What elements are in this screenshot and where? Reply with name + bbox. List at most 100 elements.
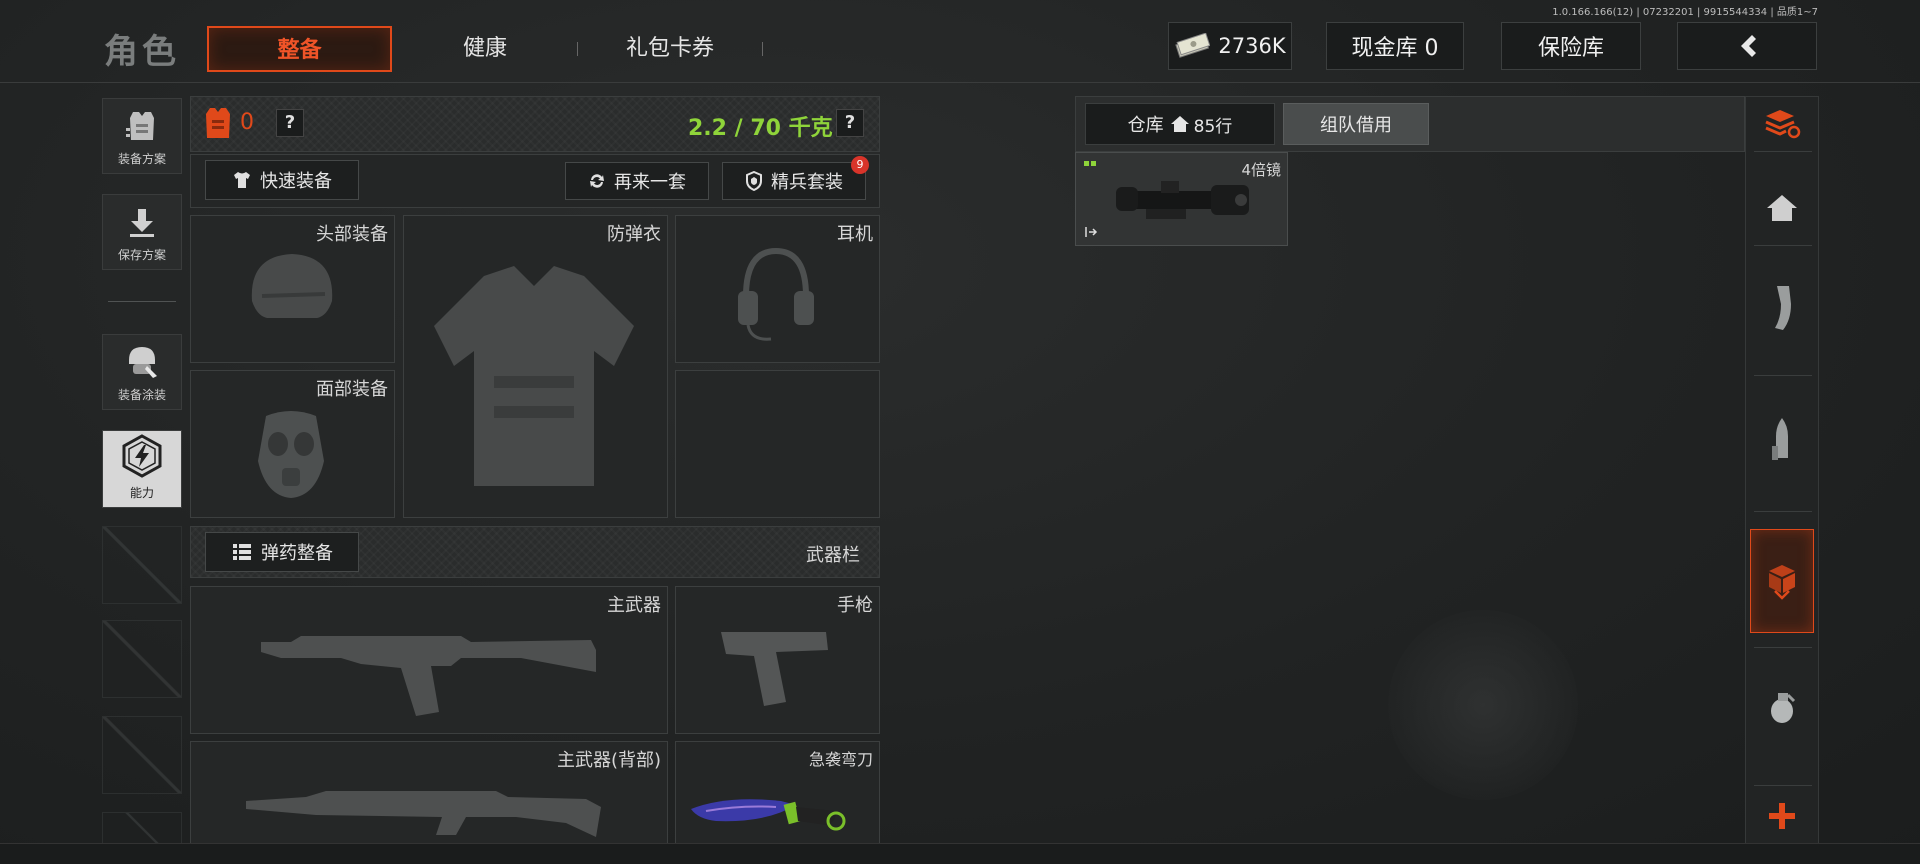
- rail-divider: [1754, 375, 1812, 376]
- version-text: 1.0.166.166(12) | 07232201 | 9915544334 …: [1552, 7, 1818, 18]
- weight-help-button[interactable]: ?: [836, 109, 864, 137]
- storage-row-count: 85行: [1193, 116, 1233, 137]
- stack-refresh-icon: [1765, 110, 1801, 139]
- rail-home[interactable]: [1750, 185, 1814, 231]
- rail-grenade[interactable]: [1750, 681, 1814, 731]
- helmet-icon: [251, 254, 333, 318]
- rifle-back-icon: [246, 791, 601, 837]
- face-gear-slot[interactable]: 面部装备: [190, 370, 395, 518]
- sidebar-empty-slot: [102, 716, 182, 794]
- sidebar-item-ability[interactable]: 能力: [102, 430, 182, 508]
- rail-divider: [1754, 647, 1812, 648]
- lightning-hex-icon: [122, 434, 162, 478]
- empty-equipment-slot[interactable]: [675, 370, 880, 518]
- cash-icon: [1175, 33, 1211, 58]
- tab-loadout[interactable]: 整备: [207, 26, 392, 72]
- rarity-dot: [1091, 161, 1096, 166]
- home-icon: [1767, 195, 1797, 221]
- sidebar-empty-slot: [102, 526, 182, 604]
- safe-vault-button[interactable]: 保险库: [1501, 22, 1641, 70]
- tab-storage[interactable]: 仓库 85行: [1085, 103, 1275, 145]
- elite-set-badge: 9: [851, 156, 869, 174]
- rail-divider: [1754, 151, 1812, 152]
- armor-count: 0: [240, 110, 254, 135]
- header-divider: [0, 82, 1920, 83]
- sidebar-divider: [108, 301, 176, 302]
- rarity-dot: [1084, 161, 1089, 166]
- slot-label: 面部装备: [316, 379, 388, 400]
- head-gear-slot[interactable]: 头部装备: [190, 215, 395, 363]
- tab-coupons[interactable]: 礼包卡券: [600, 26, 740, 72]
- slot-label: 耳机: [837, 224, 873, 245]
- magazine-icon: [1775, 286, 1791, 330]
- pistol-icon: [721, 632, 828, 706]
- rail-equipment-box[interactable]: [1750, 529, 1814, 633]
- headset-icon: [738, 247, 814, 341]
- slot-label: 手枪: [837, 595, 873, 616]
- back-button[interactable]: [1677, 22, 1817, 70]
- plus-icon: [1769, 803, 1795, 829]
- slot-label: 主武器(背部): [556, 750, 661, 771]
- rail-ammo[interactable]: [1750, 415, 1814, 465]
- sidebar-empty-slot: [102, 812, 182, 844]
- ammo-prep-button[interactable]: 弹药整备: [205, 532, 359, 572]
- primary-weapon-slot[interactable]: 主武器: [190, 586, 668, 734]
- weight-display: 2.2 / 70 千克: [688, 116, 833, 141]
- elite-set-button[interactable]: 精兵套装: [722, 162, 866, 200]
- sidebar-item-label: 装备涂装: [117, 388, 166, 402]
- sidebar-empty-slot: [102, 620, 182, 698]
- redo-set-label: 再来一套: [614, 172, 686, 193]
- refresh-icon: [590, 174, 604, 188]
- body-armor-slot[interactable]: 防弹衣: [403, 215, 668, 518]
- rail-divider: [1754, 511, 1812, 512]
- pistol-slot[interactable]: 手枪: [675, 586, 880, 734]
- assault-rifle-icon: [261, 636, 596, 716]
- home-icon: [1170, 116, 1189, 132]
- currency-display: 2736K: [1168, 22, 1292, 70]
- back-arrow-icon: [1741, 35, 1756, 57]
- helmet-paint-icon: [129, 347, 157, 378]
- bottom-bar: [0, 843, 1920, 864]
- tab-health[interactable]: 健康: [420, 26, 550, 72]
- melee-slot[interactable]: 急袭弯刀: [675, 741, 880, 844]
- ammo-prep-label: 弹药整备: [261, 543, 333, 564]
- slot-label: 急袭弯刀: [808, 750, 873, 769]
- elite-set-label: 精兵套装: [771, 172, 843, 193]
- armor-help-button[interactable]: ?: [276, 109, 304, 137]
- rail-magazine[interactable]: [1750, 283, 1814, 333]
- headset-slot[interactable]: 耳机: [675, 215, 880, 363]
- bullet-icon: [1772, 418, 1788, 460]
- category-rail: [1745, 96, 1819, 844]
- sidebar-item-label: 保存方案: [117, 248, 166, 262]
- supply-box-icon: [1769, 565, 1795, 600]
- rail-stack-refresh[interactable]: [1750, 101, 1814, 145]
- armor-vest-icon: [206, 108, 230, 138]
- redo-set-button[interactable]: 再来一套: [565, 162, 709, 200]
- cash-vault-button[interactable]: 现金库 0: [1326, 22, 1464, 70]
- ammo-belt-icon: [233, 544, 251, 560]
- vest-stack-icon: [126, 112, 154, 140]
- rail-divider: [1754, 785, 1812, 786]
- rail-add-button[interactable]: [1750, 791, 1814, 841]
- weapon-bar-label: 武器栏: [806, 545, 860, 566]
- sidebar-item-loadout-plan[interactable]: 装备方案: [102, 98, 182, 174]
- tab-divider: [577, 42, 578, 56]
- exit-icon: [1085, 227, 1098, 237]
- quick-equip-button[interactable]: 快速装备: [205, 160, 359, 200]
- primary-weapon-back-slot[interactable]: 主武器(背部): [190, 741, 668, 844]
- joystick-area: [1388, 610, 1578, 800]
- scope-icon: [1116, 181, 1249, 219]
- sidebar-item-label: 能力: [129, 486, 154, 500]
- karambit-knife-icon: [691, 799, 846, 831]
- page-title: 角色: [104, 32, 180, 72]
- tab-team-borrow[interactable]: 组队借用: [1283, 103, 1429, 145]
- tab-divider: [762, 42, 763, 56]
- slot-label: 防弹衣: [607, 224, 661, 245]
- sidebar-item-save-plan[interactable]: 保存方案: [102, 194, 182, 270]
- grenade-icon: [1771, 693, 1796, 723]
- sidebar-item-label: 装备方案: [117, 152, 166, 166]
- warehouse-item-scope[interactable]: 4倍镜: [1075, 152, 1288, 246]
- currency-amount: 2736K: [1218, 34, 1286, 58]
- sidebar-item-skin[interactable]: 装备涂装: [102, 334, 182, 410]
- slot-label: 主武器: [607, 595, 661, 616]
